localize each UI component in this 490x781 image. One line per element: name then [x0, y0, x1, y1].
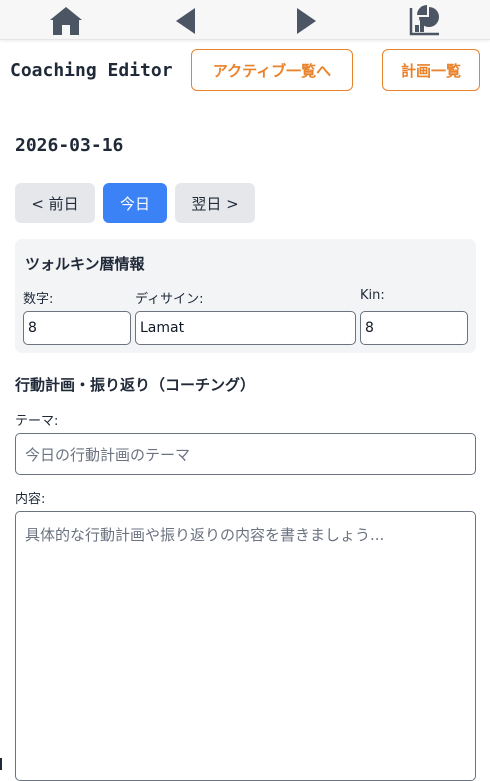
- today-button[interactable]: 今日: [103, 183, 167, 223]
- plan-list-button[interactable]: 計画一覧: [382, 49, 480, 91]
- next-day-button[interactable]: 翌日 >: [175, 183, 255, 223]
- active-list-button[interactable]: アクティブ一覧へ: [191, 49, 353, 91]
- prev-day-button[interactable]: < 前日: [15, 183, 95, 223]
- app-title: Coaching Editor: [10, 60, 173, 81]
- content-label: 内容:: [15, 492, 46, 507]
- textarea-overlay: [370, 715, 460, 775]
- current-date: 2026-03-16: [15, 135, 124, 156]
- design-field[interactable]: Lamat: [135, 311, 356, 345]
- chart-icon: [408, 5, 442, 37]
- back-arrow-icon: [174, 7, 198, 35]
- forward-button[interactable]: [286, 4, 326, 38]
- tzolkin-title: ツォルキン暦情報: [25, 255, 145, 273]
- back-button[interactable]: [166, 4, 206, 38]
- theme-input[interactable]: 今日の行動計画のテーマ: [15, 433, 476, 475]
- coaching-section-title: 行動計画・振り返り（コーチング）: [15, 376, 256, 394]
- number-field[interactable]: 8: [23, 311, 131, 345]
- theme-label: テーマ:: [15, 414, 59, 429]
- kin-field[interactable]: 8: [360, 311, 468, 345]
- home-button[interactable]: [46, 4, 86, 38]
- number-label: 数字:: [23, 292, 54, 307]
- forward-arrow-icon: [294, 7, 318, 35]
- design-label: ディサイン:: [135, 292, 204, 307]
- edge-marker: [0, 758, 2, 770]
- kin-label: Kin:: [360, 288, 385, 303]
- top-navigation-bar: [0, 0, 490, 40]
- tzolkin-panel: ツォルキン暦情報 数字: ディサイン: Kin: 8 Lamat 8: [15, 239, 476, 353]
- chart-button[interactable]: [405, 4, 445, 38]
- home-icon: [49, 6, 83, 36]
